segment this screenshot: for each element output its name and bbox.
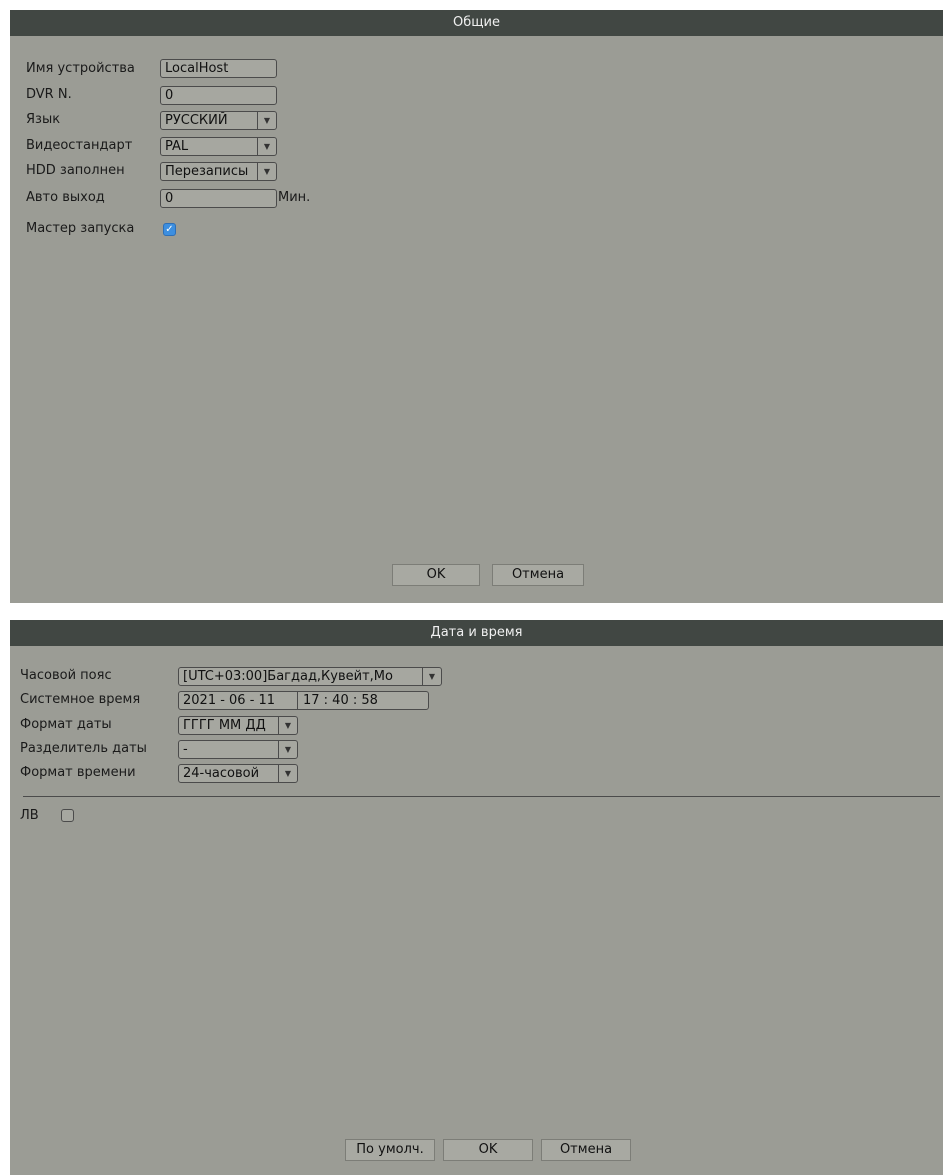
device-name-input[interactable]: LocalHost bbox=[160, 59, 277, 78]
startup-wizard-checkbox[interactable]: ✓ bbox=[163, 223, 176, 236]
hdd-full-value: Перезаписы bbox=[165, 164, 249, 179]
video-standard-select[interactable]: PAL ▼ bbox=[160, 137, 277, 156]
chevron-down-icon: ▼ bbox=[422, 668, 441, 685]
time-format-select[interactable]: 24-часовой ▼ bbox=[178, 764, 298, 783]
checkmark-icon: ✓ bbox=[165, 224, 174, 235]
hdd-full-select[interactable]: Перезаписы ▼ bbox=[160, 162, 277, 181]
time-format-label: Формат времени bbox=[20, 765, 136, 780]
startup-wizard-label: Мастер запуска bbox=[26, 221, 135, 236]
auto-logout-input[interactable]: 0 bbox=[160, 189, 277, 208]
language-value: РУССКИЙ bbox=[165, 113, 228, 128]
auto-logout-unit: Мин. bbox=[278, 190, 311, 205]
section-divider bbox=[23, 796, 940, 797]
dvr-no-value: 0 bbox=[165, 88, 174, 103]
date-time-separator bbox=[297, 692, 298, 709]
timezone-select[interactable]: [UTC+03:00]Багдад,Кувейт,Мо ▼ bbox=[178, 667, 442, 686]
ok-button[interactable]: OK bbox=[443, 1139, 533, 1161]
chevron-down-icon: ▼ bbox=[278, 717, 297, 734]
chevron-down-icon: ▼ bbox=[278, 765, 297, 782]
system-time-label: Системное время bbox=[20, 692, 141, 707]
timezone-label: Часовой пояс bbox=[20, 668, 112, 683]
chevron-down-icon: ▼ bbox=[257, 112, 276, 129]
video-standard-label: Видеостандарт bbox=[26, 138, 133, 153]
date-format-select[interactable]: ГГГГ ММ ДД ▼ bbox=[178, 716, 298, 735]
chevron-down-icon: ▼ bbox=[278, 741, 297, 758]
system-date-value: 2021 - 06 - 11 bbox=[183, 693, 276, 708]
dst-label: ЛВ bbox=[20, 808, 39, 823]
general-title: Общие bbox=[10, 10, 943, 36]
cancel-button[interactable]: Отмена bbox=[492, 564, 584, 586]
time-format-value: 24-часовой bbox=[183, 766, 260, 781]
date-format-label: Формат даты bbox=[20, 717, 112, 732]
video-standard-value: PAL bbox=[165, 139, 189, 154]
chevron-down-icon: ▼ bbox=[257, 163, 276, 180]
date-separator-select[interactable]: - ▼ bbox=[178, 740, 298, 759]
ok-button[interactable]: OK bbox=[392, 564, 480, 586]
system-datetime-input[interactable]: 2021 - 06 - 11 17 : 40 : 58 bbox=[178, 691, 429, 710]
chevron-down-icon: ▼ bbox=[257, 138, 276, 155]
language-select[interactable]: РУССКИЙ ▼ bbox=[160, 111, 277, 130]
auto-logout-value: 0 bbox=[165, 191, 174, 206]
general-settings-panel: Общие Имя устройства LocalHost DVR N. 0 … bbox=[10, 10, 943, 603]
device-name-value: LocalHost bbox=[165, 61, 229, 76]
dvr-no-input[interactable]: 0 bbox=[160, 86, 277, 105]
date-separator-label: Разделитель даты bbox=[20, 741, 147, 756]
timezone-value: [UTC+03:00]Багдад,Кувейт,Мо bbox=[183, 669, 393, 684]
datetime-settings-panel: Дата и время Часовой пояс [UTC+03:00]Баг… bbox=[10, 620, 943, 1175]
date-separator-value: - bbox=[183, 742, 188, 757]
auto-logout-label: Авто выход bbox=[26, 190, 105, 205]
language-label: Язык bbox=[26, 112, 61, 127]
date-format-value: ГГГГ ММ ДД bbox=[183, 718, 266, 733]
datetime-title: Дата и время bbox=[10, 620, 943, 646]
hdd-full-label: HDD заполнен bbox=[26, 163, 125, 178]
cancel-button[interactable]: Отмена bbox=[541, 1139, 631, 1161]
default-button[interactable]: По умолч. bbox=[345, 1139, 435, 1161]
system-time-value: 17 : 40 : 58 bbox=[303, 693, 378, 708]
device-name-label: Имя устройства bbox=[26, 61, 135, 76]
dst-checkbox[interactable] bbox=[61, 809, 74, 822]
dvr-no-label: DVR N. bbox=[26, 87, 72, 102]
